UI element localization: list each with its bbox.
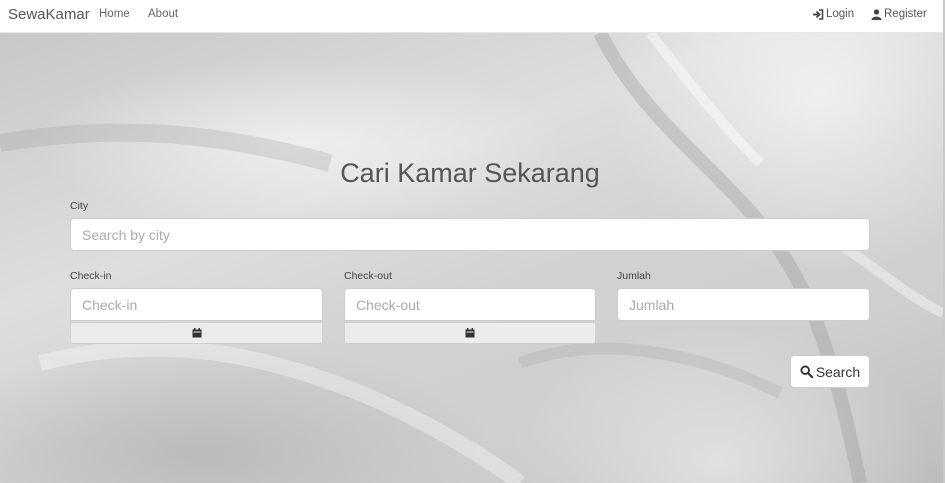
calendar-icon [465, 328, 475, 338]
checkout-input[interactable] [344, 288, 596, 321]
jumlah-input[interactable] [617, 288, 870, 321]
checkin-label: Check-in [70, 270, 112, 282]
hero-background: Cari Kamar Sekarang City Check-in Check-… [0, 33, 943, 483]
user-icon [871, 8, 882, 20]
nav-home-link[interactable]: Home [99, 8, 130, 20]
checkout-calendar-button[interactable] [344, 322, 596, 344]
register-label: Register [884, 8, 927, 20]
jumlah-label: Jumlah [617, 270, 651, 282]
sign-in-icon [813, 8, 824, 20]
search-button-label: Search [815, 363, 861, 380]
login-label: Login [826, 8, 855, 20]
search-button[interactable]: Search [790, 355, 870, 388]
checkout-label: Check-out [344, 270, 392, 282]
city-search-input[interactable] [70, 218, 870, 251]
nav-about-link[interactable]: About [148, 8, 178, 20]
checkin-input[interactable] [70, 288, 323, 321]
register-link[interactable]: Register [871, 8, 927, 20]
bedsheet-image [0, 33, 943, 483]
search-icon [800, 365, 813, 378]
page-title: Cari Kamar Sekarang [340, 158, 600, 188]
navbar: SewaKamar Home About Login Register [0, 0, 943, 33]
login-link[interactable]: Login [812, 8, 854, 20]
brand-logo[interactable]: SewaKamar [8, 6, 90, 23]
city-label: City [70, 200, 89, 212]
calendar-icon [192, 328, 201, 338]
checkin-calendar-button[interactable] [70, 322, 323, 344]
